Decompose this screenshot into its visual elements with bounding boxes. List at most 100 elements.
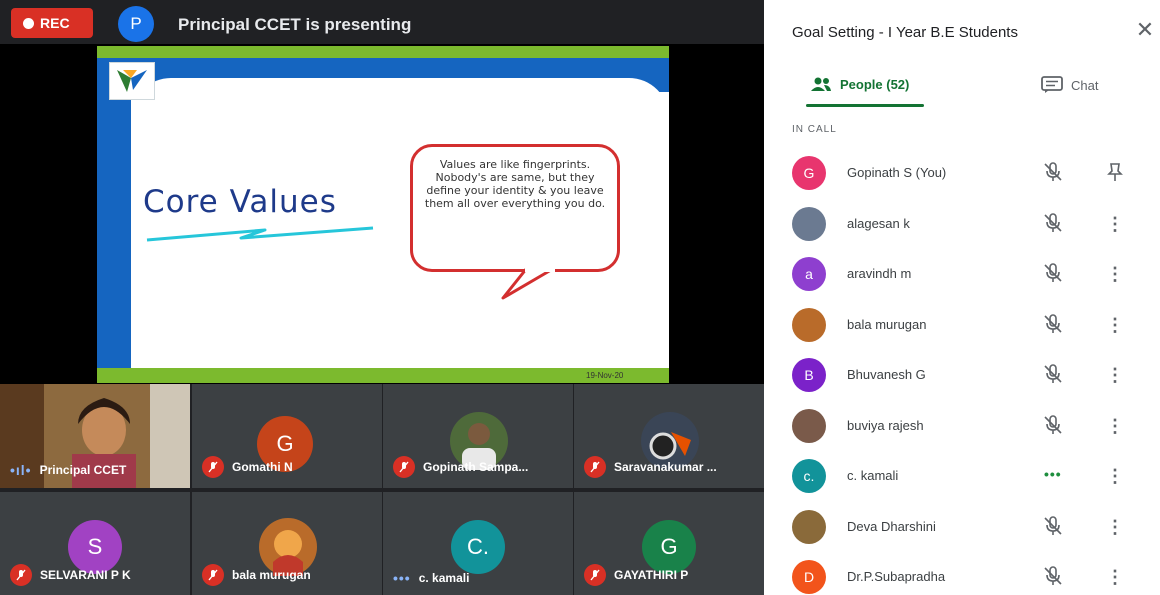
active-tab-indicator — [806, 104, 924, 107]
participant-row[interactable]: bala murugan ⋮ — [764, 300, 1160, 350]
participant-tile[interactable]: Saravanakumar ... — [574, 384, 764, 488]
participant-tile[interactable]: •ıl• Principal CCET — [0, 384, 190, 488]
tab-people-label: People (52) — [840, 76, 910, 92]
participant-photo-avatar — [792, 509, 826, 544]
audio-activity-icon: ••• — [393, 570, 411, 586]
people-panel: Goal Setting - I Year B.E Students ✕ Peo… — [764, 0, 1160, 595]
tile-caption: ••• c. kamali — [393, 570, 469, 586]
presentation-slide: Core Values Values are like fingerprints… — [97, 46, 669, 383]
mic-off-icon — [393, 456, 415, 478]
participant-avatar: D — [792, 560, 826, 594]
speaking-indicator-icon: •ıl• — [10, 462, 32, 478]
participant-tile[interactable]: C. ••• c. kamali — [383, 492, 573, 595]
recording-badge: REC — [11, 8, 93, 38]
tab-chat[interactable]: Chat — [1041, 76, 1098, 94]
participant-row[interactable]: c. c. kamali ••• ⋮ — [764, 451, 1160, 501]
participant-tile[interactable]: G Gomathi N — [192, 384, 382, 488]
participant-avatar: a — [792, 257, 826, 291]
tile-name: GAYATHIRI P — [614, 568, 689, 582]
tile-caption: bala murugan — [202, 564, 311, 586]
slide-bottom-band — [97, 368, 669, 383]
mic-off-icon[interactable] — [1041, 514, 1065, 538]
recording-label: REC — [40, 15, 70, 31]
participant-row[interactable]: buviya rajesh ⋮ — [764, 401, 1160, 451]
mic-off-icon — [10, 564, 32, 586]
slide-logo — [109, 62, 155, 100]
more-options-icon[interactable]: ⋮ — [1106, 465, 1124, 487]
more-options-icon[interactable]: ⋮ — [1106, 213, 1124, 235]
mic-off-icon[interactable] — [1041, 362, 1065, 386]
meet-window: REC P Principal CCET is presenting Core … — [0, 0, 1160, 595]
tile-name: c. kamali — [418, 571, 470, 585]
mic-off-icon — [202, 456, 224, 478]
tile-caption: •ıl• Principal CCET — [10, 462, 126, 478]
participant-tile[interactable]: bala murugan — [192, 492, 382, 595]
participant-photo-avatar — [792, 307, 826, 342]
tile-name: Gomathi N — [232, 460, 293, 474]
heading-underline-squiggle — [146, 226, 374, 242]
slide-blue-side — [97, 58, 131, 378]
participant-tile[interactable]: G GAYATHIRI P — [574, 492, 764, 595]
audio-activity-icon: ••• — [1044, 466, 1062, 482]
tile-caption: GAYATHIRI P — [584, 564, 688, 586]
participant-row[interactable]: a aravindh m ⋮ — [764, 249, 1160, 299]
more-options-icon[interactable]: ⋮ — [1106, 314, 1124, 336]
tab-people[interactable]: People (52) — [810, 76, 909, 92]
tile-caption: Gopinath Sampa... — [393, 456, 528, 478]
participant-avatar: c. — [792, 459, 826, 493]
presenter-title: Principal CCET is presenting — [178, 15, 412, 34]
more-options-icon[interactable]: ⋮ — [1106, 415, 1124, 437]
meeting-stage: REC P Principal CCET is presenting Core … — [0, 0, 764, 595]
mic-off-icon[interactable] — [1041, 160, 1065, 184]
tile-caption: SELVARANI P K — [10, 564, 131, 586]
participant-name: buviya rajesh — [847, 417, 924, 433]
meeting-title: Goal Setting - I Year B.E Students — [792, 24, 1018, 41]
participant-photo-avatar — [792, 206, 826, 241]
participant-row[interactable]: Deva Dharshini ⋮ — [764, 502, 1160, 552]
presenter-avatar: P — [118, 6, 154, 42]
close-icon[interactable]: ✕ — [1134, 18, 1156, 42]
mic-off-icon[interactable] — [1041, 564, 1065, 588]
mic-off-icon[interactable] — [1041, 312, 1065, 336]
participant-row[interactable]: G Gopinath S (You) — [764, 148, 1160, 198]
participant-tile[interactable]: S SELVARANI P K — [0, 492, 190, 595]
pin-icon[interactable] — [1106, 162, 1124, 184]
tile-name: Gopinath Sampa... — [423, 460, 529, 474]
participant-avatar: G — [792, 156, 826, 190]
tile-caption: Saravanakumar ... — [584, 456, 717, 478]
participant-name: Deva Dharshini — [847, 518, 936, 534]
participant-name: Bhuvanesh G — [847, 367, 926, 382]
participant-name: c. kamali — [847, 468, 899, 483]
participant-avatar: B — [792, 358, 826, 392]
tile-caption: Gomathi N — [202, 456, 293, 478]
mic-off-icon — [584, 564, 606, 586]
record-dot-icon — [23, 17, 34, 29]
mic-off-icon — [584, 456, 606, 478]
people-icon — [811, 77, 831, 91]
more-options-icon[interactable]: ⋮ — [1106, 566, 1124, 588]
more-options-icon[interactable]: ⋮ — [1106, 516, 1124, 538]
mic-off-icon[interactable] — [1041, 211, 1065, 235]
quote-bubble-tail — [501, 268, 555, 300]
mic-off-icon[interactable] — [1041, 413, 1065, 437]
participant-row[interactable]: alagesan k ⋮ — [764, 199, 1160, 249]
slide-heading: Core Values — [143, 184, 337, 220]
participant-name: aravindh m — [847, 266, 912, 281]
participant-name: bala murugan — [847, 316, 927, 332]
participant-photo-avatar — [792, 408, 826, 443]
chat-icon — [1041, 76, 1063, 93]
in-call-section-label: IN CALL — [792, 124, 837, 135]
more-options-icon[interactable]: ⋮ — [1106, 263, 1124, 285]
participant-name: Gopinath S (You) — [847, 165, 947, 180]
more-options-icon[interactable]: ⋮ — [1106, 364, 1124, 386]
tile-name: Principal CCET — [39, 463, 127, 477]
tile-name: SELVARANI P K — [40, 568, 131, 582]
mic-off-icon[interactable] — [1041, 261, 1065, 285]
mic-off-icon — [202, 564, 224, 586]
participant-tile[interactable]: Gopinath Sampa... — [383, 384, 573, 488]
tile-name: Saravanakumar ... — [614, 460, 717, 474]
quote-text: Values are like fingerprints. Nobody's a… — [424, 158, 606, 210]
participant-row[interactable]: B Bhuvanesh G ⋮ — [764, 350, 1160, 400]
participant-row[interactable]: D Dr.P.Subapradha ⋮ — [764, 552, 1160, 595]
tile-name: bala murugan — [232, 568, 311, 582]
